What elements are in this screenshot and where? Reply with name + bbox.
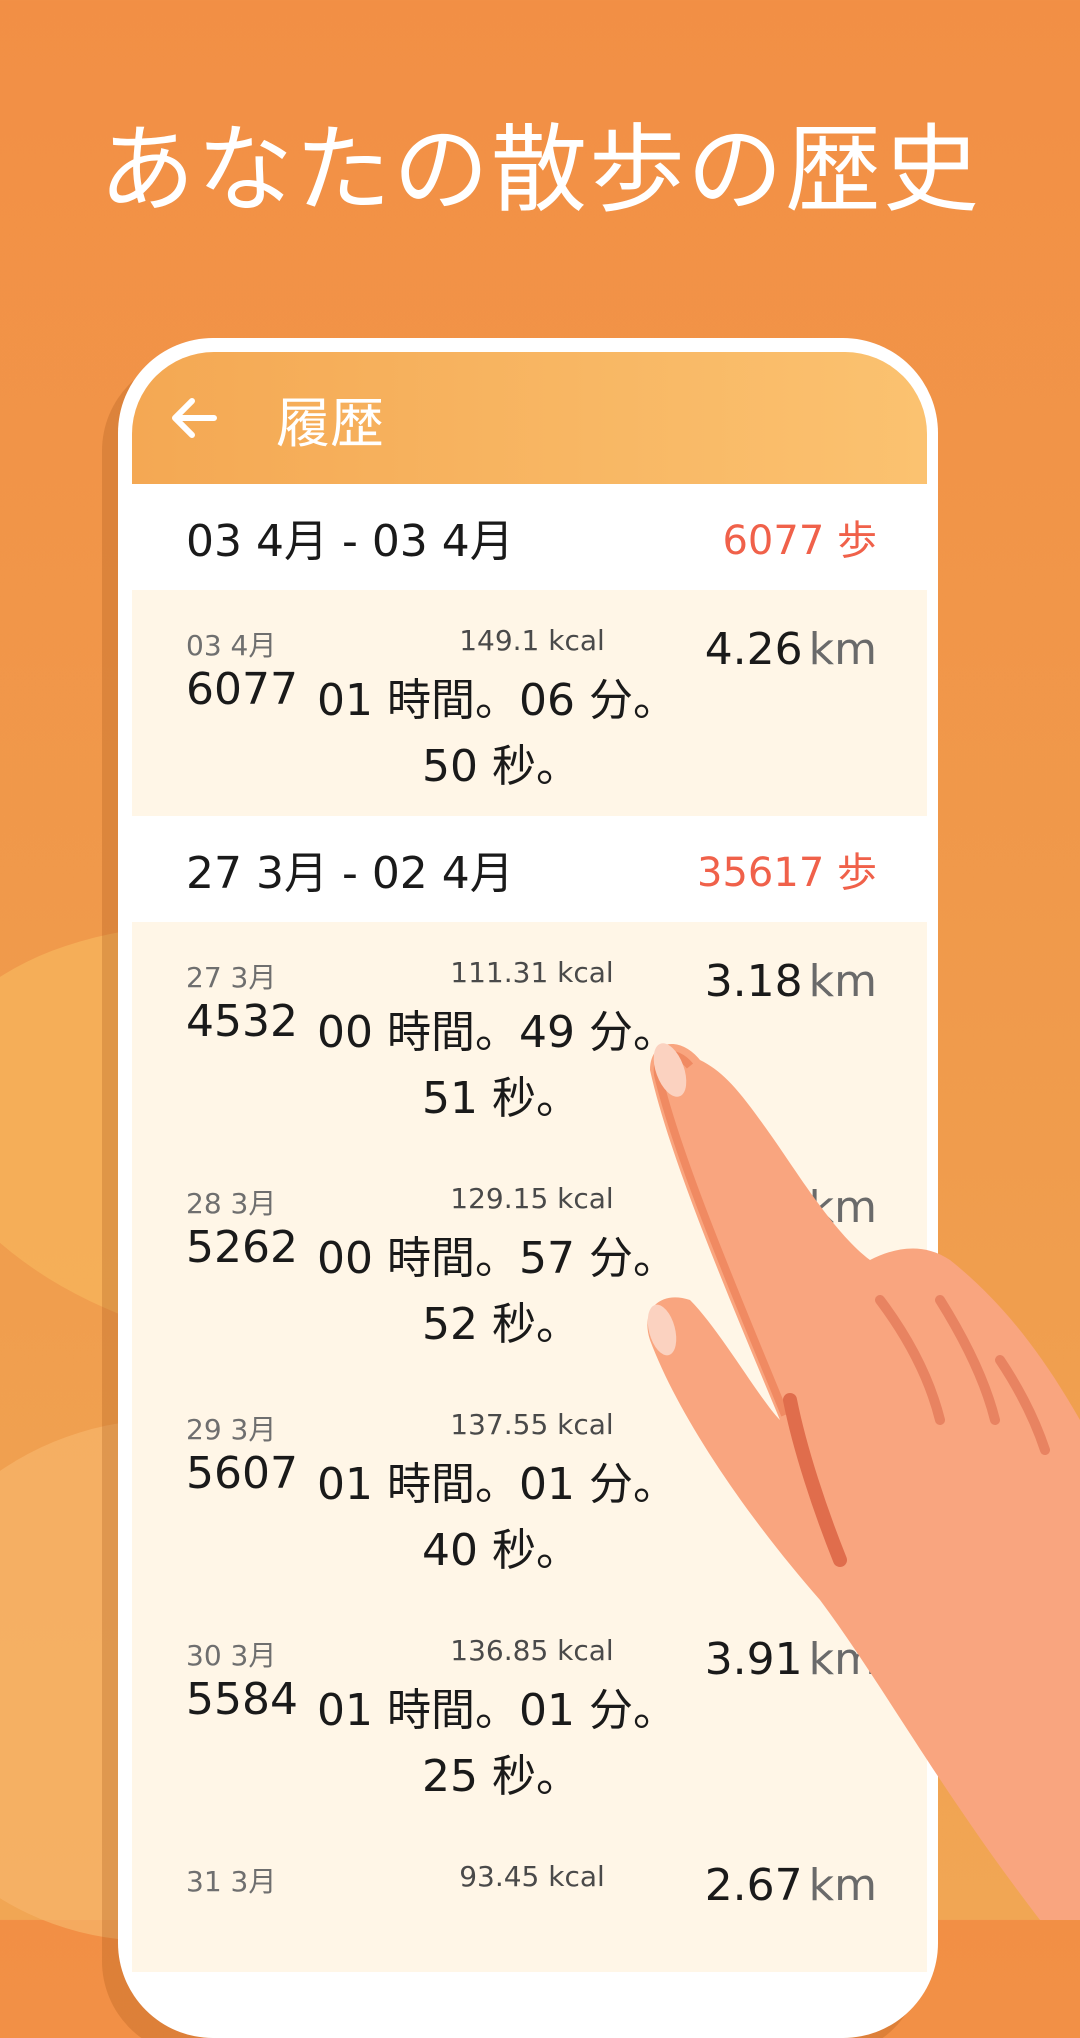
day-row[interactable]: 03 4月 149.1 kcal 6077 01 時間。06 分。 50 秒。 …	[132, 590, 927, 816]
day-seconds: 52 秒。	[422, 1299, 580, 1350]
day-duration: 01 時間。06 分。	[317, 675, 677, 726]
day-steps: 4532	[186, 996, 298, 1047]
day-steps: 5584	[186, 1674, 298, 1725]
day-kcal: 93.45 kcal	[459, 1860, 605, 1893]
app-bar: 履歴	[132, 352, 927, 484]
week-header[interactable]: 03 4月 - 03 4月 6077 歩	[132, 484, 927, 590]
day-seconds: 50 秒。	[422, 741, 580, 792]
day-date: 30 3月	[186, 1639, 277, 1672]
pointing-hand-icon	[647, 1043, 1080, 1920]
day-kcal: 129.15 kcal	[450, 1182, 614, 1215]
day-kcal: 149.1 kcal	[459, 624, 605, 657]
day-date: 28 3月	[186, 1187, 277, 1220]
back-arrow-icon[interactable]	[168, 388, 228, 448]
day-seconds: 51 秒。	[422, 1073, 580, 1124]
day-kcal: 111.31 kcal	[450, 956, 614, 989]
day-date: 03 4月	[186, 629, 277, 662]
day-date: 31 3月	[186, 1865, 277, 1898]
day-kcal: 136.85 kcal	[450, 1634, 614, 1667]
day-seconds: 25 秒。	[422, 1751, 580, 1802]
day-steps: 6077	[186, 664, 298, 715]
week-range: 27 3月 - 02 4月	[186, 848, 514, 899]
day-kcal: 137.55 kcal	[450, 1408, 614, 1441]
page-title: 履歴	[276, 391, 384, 455]
day-distance: 4.26 km	[704, 624, 877, 675]
day-seconds: 40 秒。	[422, 1525, 580, 1576]
promo-headline: あなたの散歩の歴史	[99, 114, 981, 226]
day-date: 29 3月	[186, 1413, 277, 1446]
week-steps: 6077 歩	[722, 518, 877, 564]
day-date: 27 3月	[186, 961, 277, 994]
week-range: 03 4月 - 03 4月	[186, 516, 514, 567]
week-header[interactable]: 27 3月 - 02 4月 35617 歩	[132, 816, 927, 922]
day-steps: 5262	[186, 1222, 298, 1273]
day-steps: 5607	[186, 1448, 298, 1499]
week-steps: 35617 歩	[697, 850, 877, 896]
